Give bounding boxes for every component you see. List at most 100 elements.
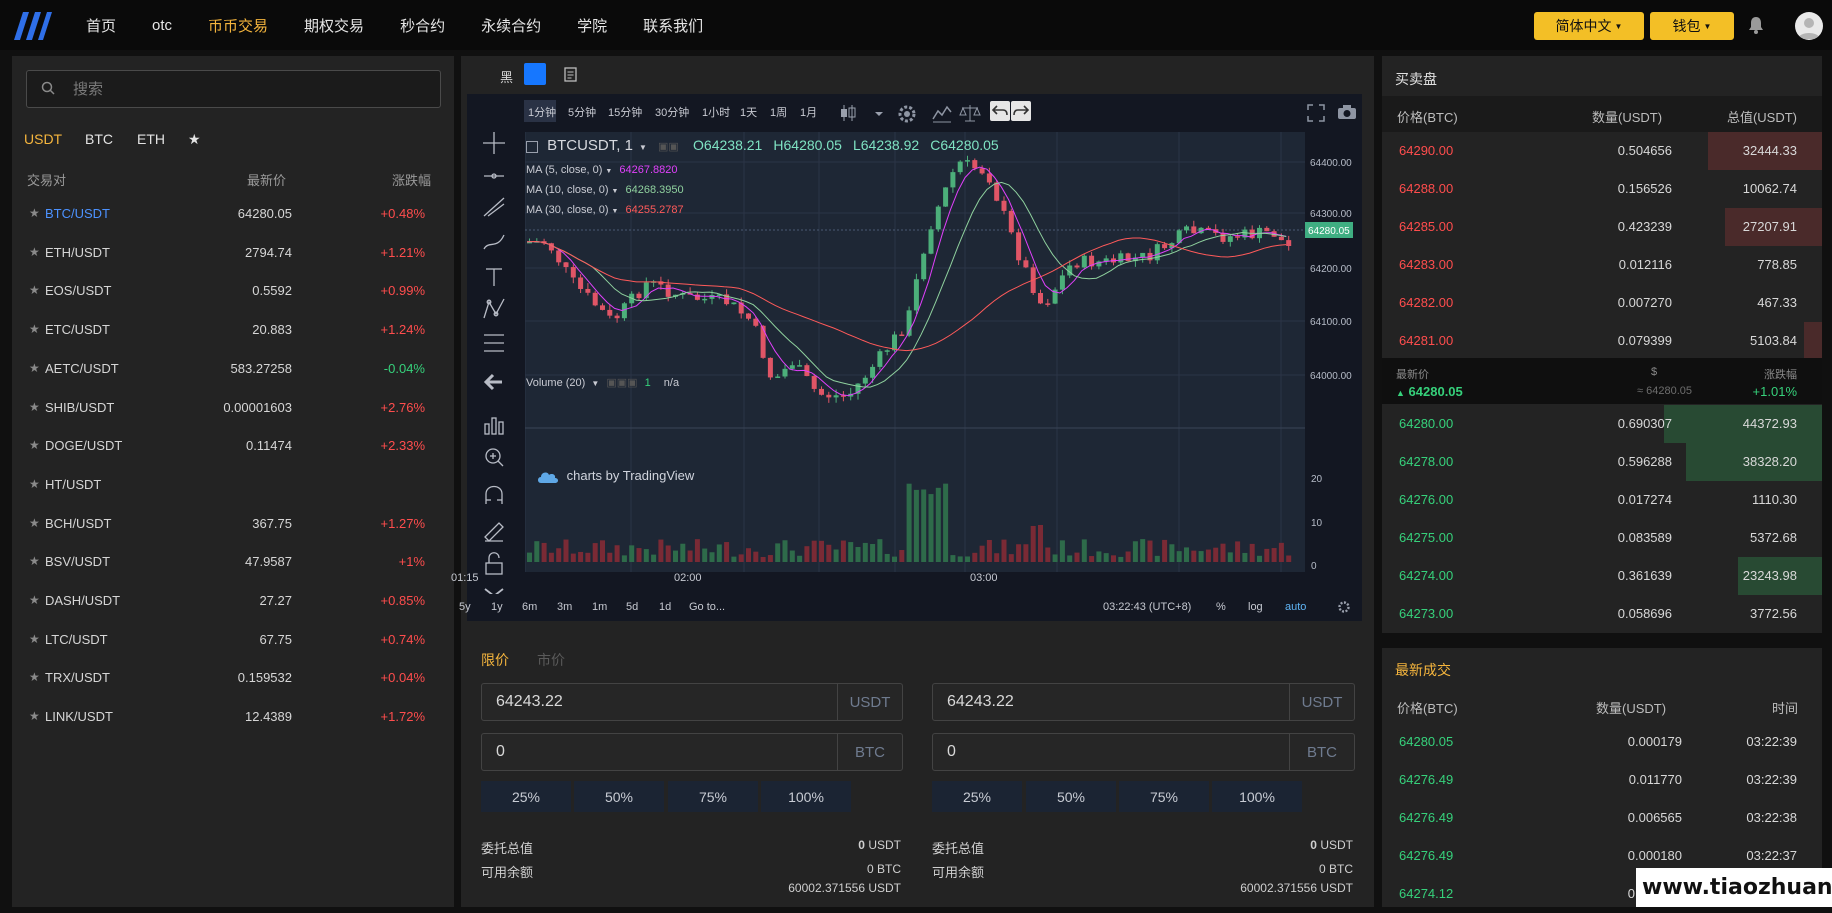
tab-usdt[interactable]: USDT <box>24 131 62 147</box>
document-icon[interactable] <box>564 67 578 82</box>
sell-pct-100[interactable]: 100% <box>1212 781 1302 812</box>
range-5y[interactable]: 5y <box>459 601 471 613</box>
camera-icon[interactable] <box>1337 104 1357 120</box>
legend-hide-icon[interactable] <box>526 141 538 154</box>
legend-toggle-icons[interactable]: ▣▣ <box>658 140 688 153</box>
bell-icon[interactable] <box>1748 16 1764 34</box>
range-5d[interactable]: 5d <box>626 601 638 613</box>
undo-button[interactable] <box>990 101 1010 121</box>
settings-gear-icon[interactable] <box>896 103 918 125</box>
ask-row[interactable]: 64288.00 0.156526 10062.74 <box>1382 170 1822 208</box>
scale-log[interactable]: log <box>1248 601 1263 613</box>
market-row[interactable]: ★ DOGE/USDT 0.11474 +2.33% <box>12 427 450 465</box>
buy-amount-field[interactable]: 0 BTC <box>481 733 903 771</box>
buy-price-field[interactable]: 64243.22 USDT <box>481 683 903 721</box>
candle-type-icon[interactable] <box>839 103 887 123</box>
market-row[interactable]: ★ AETC/USDT 583.27258 -0.04% <box>12 350 450 388</box>
indicators-icon[interactable] <box>932 103 952 123</box>
tradingview-chart[interactable]: 1分钟 5分钟 15分钟 30分钟 1小时 1天 1周 1月 64400.00 … <box>451 94 1362 621</box>
text-tool-icon[interactable] <box>486 268 502 286</box>
tab-eth[interactable]: ETH <box>137 131 165 147</box>
avatar[interactable] <box>1795 12 1823 40</box>
nav-home[interactable]: 首页 <box>86 15 116 36</box>
tab-favorites[interactable]: ★ <box>188 131 201 148</box>
tf-5min[interactable]: 5分钟 <box>568 104 596 120</box>
nav-spot[interactable]: 币币交易 <box>208 15 268 36</box>
fullscreen-icon[interactable] <box>1307 104 1325 122</box>
buy-pct-25[interactable]: 25% <box>481 781 571 812</box>
nav-otc[interactable]: otc <box>152 17 172 34</box>
ma-legend-row[interactable]: MA (5, close, 0) ▼ 64267.8820 <box>526 164 677 176</box>
compare-scale-icon[interactable] <box>959 103 981 123</box>
ask-row[interactable]: 64283.00 0.012116 778.85 <box>1382 246 1822 284</box>
tf-15min[interactable]: 15分钟 <box>608 104 642 120</box>
star-icon[interactable]: ★ <box>29 283 40 297</box>
nav-academy[interactable]: 学院 <box>577 15 607 36</box>
star-icon[interactable]: ★ <box>29 245 40 259</box>
star-icon[interactable]: ★ <box>29 709 40 723</box>
buy-pct-75[interactable]: 75% <box>668 781 758 812</box>
nav-perpetual[interactable]: 永续合约 <box>481 15 541 36</box>
buy-pct-50[interactable]: 50% <box>574 781 664 812</box>
star-icon[interactable]: ★ <box>29 554 40 568</box>
lock-drawing-icon[interactable] <box>484 522 504 542</box>
bars-chart-icon[interactable] <box>484 417 504 435</box>
range-6m[interactable]: 6m <box>522 601 537 613</box>
ask-row[interactable]: 64281.00 0.079399 5103.84 <box>1382 322 1822 360</box>
search-box[interactable] <box>26 70 441 108</box>
bid-row[interactable]: 64276.00 0.017274 1110.30 <box>1382 481 1822 519</box>
bid-row[interactable]: 64275.00 0.083589 5372.68 <box>1382 519 1822 557</box>
sell-pct-75[interactable]: 75% <box>1119 781 1209 812</box>
star-icon[interactable]: ★ <box>29 477 40 491</box>
volume-label[interactable]: Volume (20) <box>526 377 585 389</box>
range-1d[interactable]: 1d <box>659 601 671 613</box>
tf-1m[interactable]: 1月 <box>800 104 817 120</box>
sell-amount-field[interactable]: 0 BTC <box>932 733 1355 771</box>
tf-1d[interactable]: 1天 <box>740 104 757 120</box>
measure-icon[interactable] <box>484 334 504 352</box>
ma-legend-row[interactable]: MA (10, close, 0) ▼ 64268.3950 <box>526 184 684 196</box>
ma-legend-row[interactable]: MA (30, close, 0) ▼ 64255.2787 <box>526 204 684 216</box>
star-icon[interactable]: ★ <box>29 438 40 452</box>
theme-color-swatch[interactable] <box>524 63 546 85</box>
tab-btc[interactable]: BTC <box>85 131 113 147</box>
market-row[interactable]: ★ HT/USDT <box>12 466 450 504</box>
star-icon[interactable]: ★ <box>29 322 40 336</box>
bid-row[interactable]: 64278.00 0.596288 38328.20 <box>1382 443 1822 481</box>
bid-row[interactable]: 64274.00 0.361639 23243.98 <box>1382 557 1822 595</box>
tab-market[interactable]: 市价 <box>537 650 565 670</box>
range-3m[interactable]: 3m <box>557 601 572 613</box>
range-1m[interactable]: 1m <box>592 601 607 613</box>
wallet-button[interactable]: 钱包 ▼ <box>1650 12 1734 40</box>
zoom-in-icon[interactable] <box>485 448 504 467</box>
redo-button[interactable] <box>1011 101 1031 121</box>
sell-pct-25[interactable]: 25% <box>932 781 1022 812</box>
brush-icon[interactable] <box>483 234 505 250</box>
scale-percent[interactable]: % <box>1216 601 1226 613</box>
settings-gear-icon[interactable] <box>1337 600 1351 614</box>
sell-amount-value[interactable]: 0 <box>947 743 956 761</box>
bid-row[interactable]: 64273.00 0.058696 3772.56 <box>1382 595 1822 633</box>
range-1y[interactable]: 1y <box>491 601 503 613</box>
market-row[interactable]: ★ ETC/USDT 20.883 +1.24% <box>12 311 450 349</box>
market-row[interactable]: ★ ETH/USDT 2794.74 +1.21% <box>12 234 450 272</box>
bid-row[interactable]: 64280.00 0.690307 44372.93 <box>1382 405 1822 443</box>
ask-row[interactable]: 64290.00 0.504656 32444.33 <box>1382 132 1822 170</box>
nav-contact[interactable]: 联系我们 <box>643 15 703 36</box>
buy-pct-100[interactable]: 100% <box>761 781 851 812</box>
market-row[interactable]: ★ SHIB/USDT 0.00001603 +2.76% <box>12 389 450 427</box>
magnet-icon[interactable] <box>485 485 503 505</box>
crosshair-icon[interactable] <box>483 132 505 154</box>
arrow-left-icon[interactable] <box>483 373 502 391</box>
market-row[interactable]: ★ LTC/USDT 67.75 +0.74% <box>12 621 450 659</box>
star-icon[interactable]: ★ <box>29 670 40 684</box>
star-icon[interactable]: ★ <box>29 400 40 414</box>
market-row[interactable]: ★ BTC/USDT 64280.05 +0.48% <box>12 195 450 233</box>
tf-1min[interactable]: 1分钟 <box>528 104 556 120</box>
pattern-icon[interactable] <box>483 298 505 319</box>
buy-amount-value[interactable]: 0 <box>496 743 505 761</box>
market-row[interactable]: ★ DASH/USDT 27.27 +0.85% <box>12 582 450 620</box>
market-row[interactable]: ★ EOS/USDT 0.5592 +0.99% <box>12 272 450 310</box>
legend-toggle-icons[interactable]: ▣▣▣ <box>606 377 637 389</box>
star-icon[interactable]: ★ <box>29 206 40 220</box>
